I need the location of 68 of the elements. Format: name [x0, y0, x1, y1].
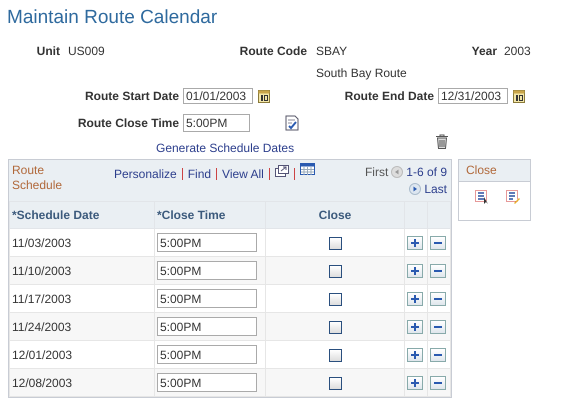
route-description: South Bay Route	[316, 66, 407, 80]
field-label: Route Close Time	[76, 116, 179, 130]
grid-link[interactable]: View All	[217, 168, 270, 180]
checklist-icon[interactable]	[285, 115, 299, 131]
delete-row-button[interactable]	[430, 348, 446, 362]
column-header: *Close Time	[154, 202, 266, 228]
add-row-button[interactable]	[407, 264, 423, 278]
close-time-field[interactable]: 5:00PM	[157, 289, 257, 308]
field-label: Unit	[36, 44, 60, 58]
calendar-icon[interactable]	[513, 89, 525, 103]
spreadsheet-icon[interactable]	[300, 163, 315, 175]
column-header: Close	[266, 202, 404, 228]
field-value: US009	[68, 44, 106, 58]
close-checkbox[interactable]	[328, 264, 342, 278]
plus-icon	[410, 322, 420, 332]
page-title: Maintain Route Calendar	[7, 6, 218, 30]
last-link[interactable]: Last	[424, 182, 447, 196]
add-row-button[interactable]	[407, 236, 423, 250]
close-checkbox[interactable]	[328, 348, 342, 362]
add-row-button[interactable]	[407, 320, 423, 334]
delete-row-button[interactable]	[430, 292, 446, 306]
close-time-field[interactable]: 5:00PM	[157, 317, 257, 336]
grid-link[interactable]: Find	[182, 168, 218, 180]
delete-row-button[interactable]	[430, 236, 446, 250]
next-icon[interactable]	[409, 182, 422, 194]
delete-row-button[interactable]	[430, 264, 446, 278]
new-window-icon[interactable]	[274, 165, 289, 177]
grid-link[interactable]: Personalize	[114, 168, 183, 180]
delete-row-button[interactable]	[430, 320, 446, 334]
deselect-all-icon[interactable]	[506, 190, 520, 204]
add-row-button[interactable]	[407, 292, 423, 306]
field-label: Route End Date	[344, 89, 434, 103]
field-value: 2003	[504, 44, 531, 58]
plus-icon	[410, 294, 420, 304]
select-all-icon[interactable]	[475, 190, 489, 204]
calendar-icon[interactable]	[258, 89, 270, 103]
trash-icon[interactable]	[436, 134, 448, 148]
close-time-field[interactable]: 5:00PM	[183, 114, 250, 132]
close-time-field[interactable]: 5:00PM	[157, 345, 257, 364]
close-checkbox[interactable]	[328, 376, 342, 390]
field-label: Route Start Date	[84, 89, 179, 103]
plus-icon	[410, 378, 420, 388]
plus-icon	[410, 238, 420, 248]
close-checkbox[interactable]	[328, 292, 342, 306]
row-range: 1-6 of 9	[406, 164, 447, 178]
start-date-field[interactable]: 01/01/2003	[183, 88, 253, 104]
close-time-field[interactable]: 5:00PM	[157, 373, 257, 392]
field-label: Year	[470, 44, 497, 58]
close-time-field[interactable]: 5:00PM	[157, 233, 257, 252]
field-label: Route Code	[238, 44, 307, 58]
table-cell: 12/08/2003	[10, 368, 154, 396]
field-value: SBAY	[316, 44, 348, 58]
table-cell: 11/24/2003	[10, 312, 154, 340]
plus-icon	[410, 350, 420, 360]
plus-icon	[410, 266, 420, 276]
generate-dates-link[interactable]: Generate Schedule Dates	[156, 141, 294, 155]
panel-title: Close	[459, 160, 530, 182]
table-cell: 11/10/2003	[10, 256, 154, 284]
column-header: *Schedule Date	[10, 202, 154, 228]
add-row-button[interactable]	[407, 348, 423, 362]
grid-title: Route Schedule	[12, 163, 64, 194]
delete-row-button[interactable]	[430, 376, 446, 390]
first-link[interactable]: First	[364, 164, 388, 178]
close-time-field[interactable]: 5:00PM	[157, 261, 257, 280]
close-checkbox[interactable]	[328, 320, 342, 334]
close-checkbox[interactable]	[328, 236, 342, 250]
end-date-field[interactable]: 12/31/2003	[438, 88, 508, 104]
add-row-button[interactable]	[407, 376, 423, 390]
